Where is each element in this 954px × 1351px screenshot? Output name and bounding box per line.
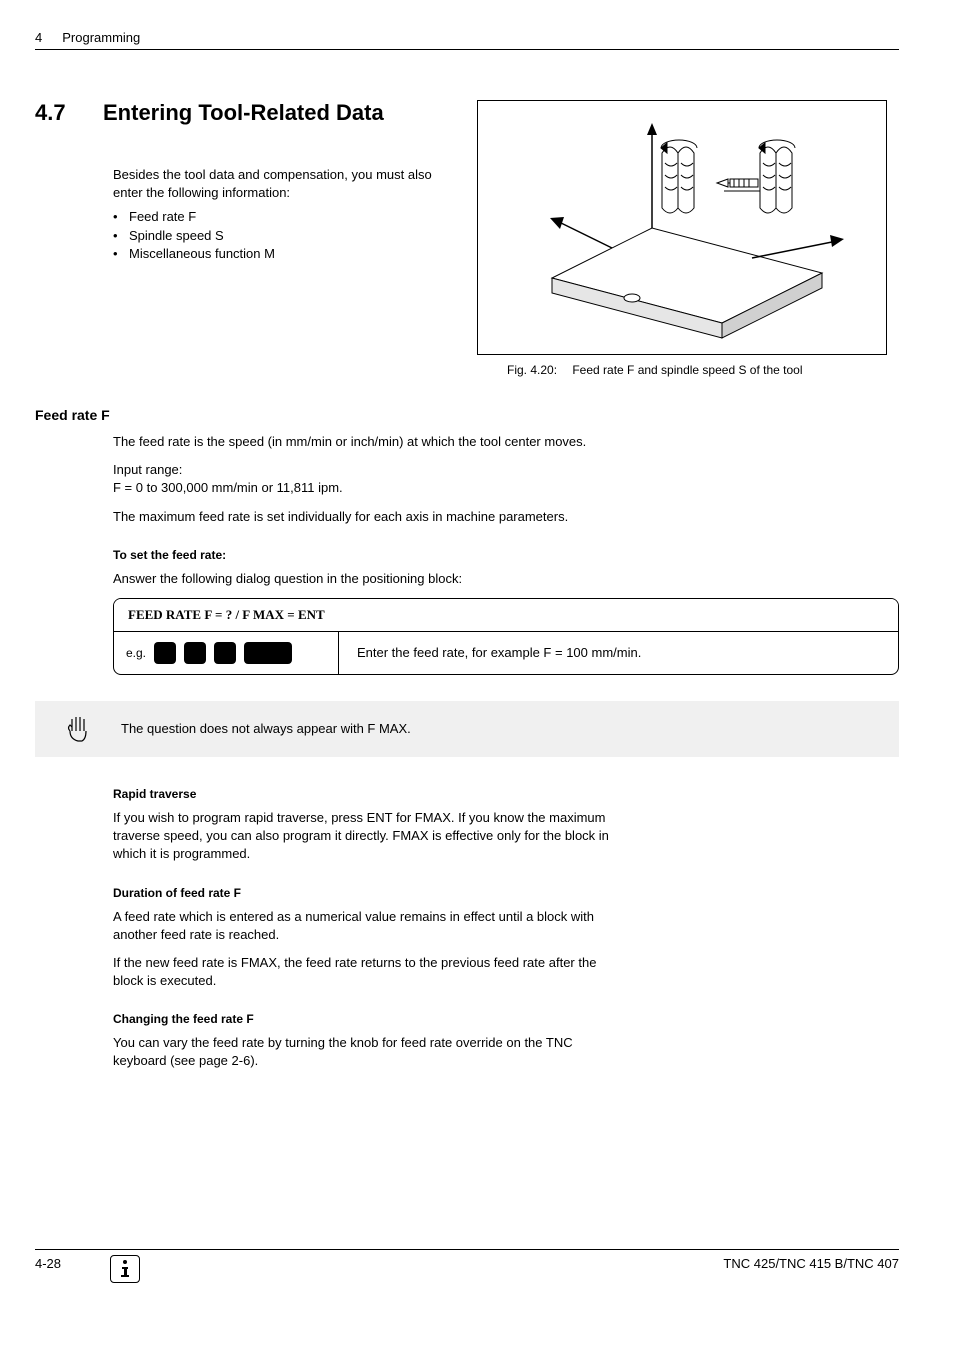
changing-text: You can vary the feed rate by turning th… — [113, 1034, 623, 1070]
rapid-text: If you wish to program rapid traverse, p… — [113, 809, 623, 864]
intro-bullets: Feed rate F Spindle speed S Miscellaneou… — [113, 208, 457, 263]
duration-heading: Duration of feed rate F — [113, 886, 899, 900]
product-line: TNC 425/TNC 415 B/TNC 407 — [723, 1256, 899, 1271]
chapter-number: 4 — [35, 30, 42, 45]
figure-caption: Fig. 4.20: Feed rate F and spindle speed… — [477, 363, 899, 377]
dialog-box: FEED RATE F = ? / F MAX = ENT e.g. Enter… — [113, 598, 899, 675]
section-number: 4.7 — [35, 100, 73, 126]
to-set-text: Answer the following dialog question in … — [113, 570, 623, 588]
section-title: Entering Tool-Related Data — [103, 100, 384, 126]
page-header: 4 Programming — [35, 30, 899, 50]
changing-heading: Changing the feed rate F — [113, 1012, 899, 1026]
figure-illustration — [477, 100, 887, 355]
page-number: 4-28 — [35, 1256, 61, 1271]
intro-text: Besides the tool data and compensation, … — [113, 166, 457, 202]
key-icon — [244, 642, 292, 664]
key-icon — [154, 642, 176, 664]
info-icon — [110, 1255, 140, 1283]
note-text: The question does not always appear with… — [121, 721, 411, 736]
tool-diagram-svg — [492, 113, 872, 343]
page-footer: 4-28 TNC 425/TNC 415 B/TNC 407 — [35, 1249, 899, 1271]
dialog-description: Enter the feed rate, for example F = 100… — [339, 632, 898, 674]
feed-rate-p1: The feed rate is the speed (in mm/min or… — [113, 433, 623, 451]
figure-caption-text: Feed rate F and spindle speed S of the t… — [572, 363, 802, 377]
to-set-heading: To set the feed rate: — [113, 548, 899, 562]
figure-label: Fig. 4.20: — [507, 363, 569, 377]
hand-note-icon — [65, 713, 91, 745]
duration-p1: A feed rate which is entered as a numeri… — [113, 908, 623, 944]
section-heading: 4.7 Entering Tool-Related Data — [35, 100, 457, 126]
chapter-title: Programming — [62, 30, 140, 45]
bullet-item: Miscellaneous function M — [113, 245, 457, 263]
eg-label: e.g. — [126, 646, 146, 660]
dialog-key-cell: e.g. — [114, 632, 339, 674]
feed-rate-input-label: Input range: — [113, 461, 623, 479]
key-icon — [214, 642, 236, 664]
key-icon — [184, 642, 206, 664]
feed-rate-heading: Feed rate F — [35, 407, 899, 423]
dialog-header: FEED RATE F = ? / F MAX = ENT — [114, 599, 898, 632]
note-callout: The question does not always appear with… — [35, 701, 899, 757]
rapid-heading: Rapid traverse — [113, 787, 899, 801]
duration-p2: If the new feed rate is FMAX, the feed r… — [113, 954, 623, 990]
bullet-item: Spindle speed S — [113, 227, 457, 245]
bullet-item: Feed rate F — [113, 208, 457, 226]
feed-rate-p3: The maximum feed rate is set individuall… — [113, 508, 623, 526]
feed-rate-input-range: F = 0 to 300,000 mm/min or 11,811 ipm. — [113, 479, 623, 497]
